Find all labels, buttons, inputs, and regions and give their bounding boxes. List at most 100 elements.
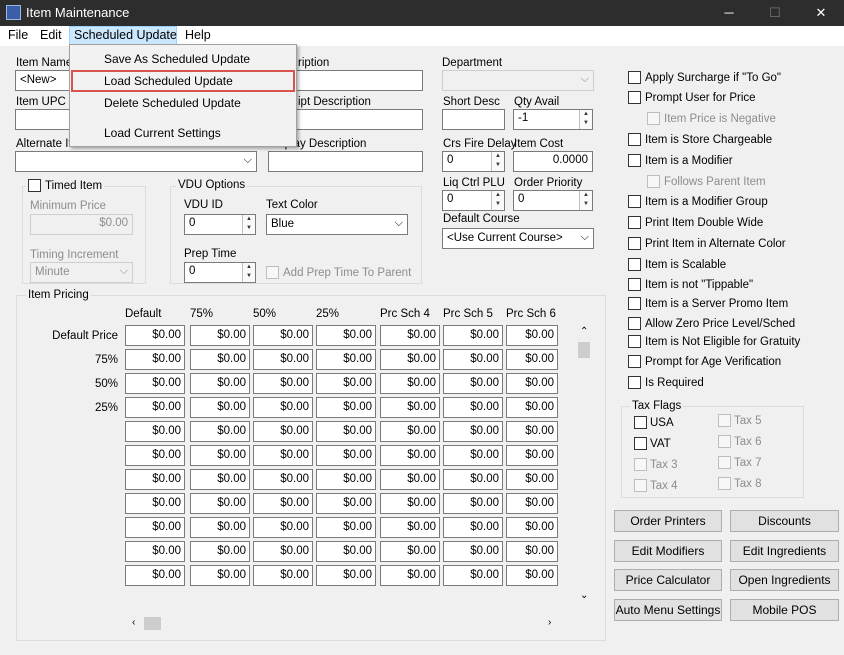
tax-flag-row[interactable]: VAT xyxy=(634,437,671,450)
tax-flag-checkbox[interactable] xyxy=(718,414,731,427)
minimize-button[interactable]: ─ xyxy=(706,0,752,26)
price-cell[interactable]: $0.00 xyxy=(506,373,558,394)
option-checkbox-row[interactable]: Item is a Server Promo Item xyxy=(628,297,788,310)
spinner-icon[interactable]: ▲ ▼ xyxy=(491,191,504,210)
price-cell[interactable]: $0.00 xyxy=(125,325,185,346)
order-priority-input[interactable]: 0 ▲ ▼ xyxy=(513,190,593,211)
option-checkbox[interactable] xyxy=(628,376,641,389)
edit-modifiers-button[interactable]: Edit Modifiers xyxy=(614,539,722,562)
option-checkbox-row[interactable]: Item is Store Chargeable xyxy=(628,133,772,146)
option-checkbox[interactable] xyxy=(628,216,641,229)
vdu-id-input[interactable]: 0 ▲ ▼ xyxy=(184,214,256,235)
display-description-input[interactable] xyxy=(268,151,423,172)
item-upc-input[interactable] xyxy=(15,109,75,130)
price-cell[interactable]: $0.00 xyxy=(506,325,558,346)
spinner-icon[interactable]: ▲ ▼ xyxy=(579,191,592,210)
tax-flag-checkbox[interactable] xyxy=(718,477,731,490)
maximize-button[interactable]: ☐ xyxy=(752,0,798,26)
price-cell[interactable]: $0.00 xyxy=(125,541,185,562)
menu-edit[interactable]: Edit xyxy=(40,28,62,42)
price-cell[interactable]: $0.00 xyxy=(443,397,503,418)
price-cell[interactable]: $0.00 xyxy=(443,565,503,586)
option-checkbox-row[interactable]: Prompt for Age Verification xyxy=(628,355,781,368)
price-cell[interactable]: $0.00 xyxy=(125,373,185,394)
price-calculator-button[interactable]: Price Calculator xyxy=(614,569,722,591)
price-cell[interactable]: $0.00 xyxy=(443,373,503,394)
option-checkbox[interactable] xyxy=(628,195,641,208)
price-cell[interactable]: $0.00 xyxy=(443,541,503,562)
tax-flag-row[interactable]: USA xyxy=(634,416,674,429)
pricing-vertical-scrollbar[interactable]: ⌃ ⌄ xyxy=(576,326,592,606)
price-cell[interactable]: $0.00 xyxy=(316,517,376,538)
price-cell[interactable]: $0.00 xyxy=(253,541,313,562)
price-cell[interactable]: $0.00 xyxy=(316,541,376,562)
price-cell[interactable]: $0.00 xyxy=(253,469,313,490)
price-cell[interactable]: $0.00 xyxy=(380,565,440,586)
price-cell[interactable]: $0.00 xyxy=(253,493,313,514)
price-cell[interactable]: $0.00 xyxy=(190,349,250,370)
tax-flag-row[interactable]: Tax 8 xyxy=(718,477,762,490)
spinner-icon[interactable]: ▲ ▼ xyxy=(579,110,592,129)
price-cell[interactable]: $0.00 xyxy=(506,469,558,490)
price-cell[interactable]: $0.00 xyxy=(125,397,185,418)
option-checkbox-row[interactable]: Item is Scalable xyxy=(628,258,726,271)
pricing-horizontal-scrollbar[interactable]: ‹ › xyxy=(128,615,568,631)
option-checkbox[interactable] xyxy=(628,133,641,146)
price-cell[interactable]: $0.00 xyxy=(190,541,250,562)
option-checkbox[interactable] xyxy=(628,297,641,310)
price-cell[interactable]: $0.00 xyxy=(125,565,185,586)
price-cell[interactable]: $0.00 xyxy=(506,421,558,442)
spinner-icon[interactable]: ▲ ▼ xyxy=(242,215,255,234)
price-cell[interactable]: $0.00 xyxy=(506,397,558,418)
price-cell[interactable]: $0.00 xyxy=(253,445,313,466)
qty-avail-input[interactable]: -1 ▲ ▼ xyxy=(513,109,593,130)
option-checkbox[interactable] xyxy=(628,278,641,291)
price-cell[interactable]: $0.00 xyxy=(506,349,558,370)
tax-flag-row[interactable]: Tax 6 xyxy=(718,435,762,448)
tax-flag-checkbox[interactable] xyxy=(634,479,647,492)
chevron-down-icon[interactable]: ⌄ xyxy=(580,590,588,601)
spinner-icon[interactable]: ▲ ▼ xyxy=(242,263,255,282)
tax-flag-row[interactable]: Tax 7 xyxy=(718,456,762,469)
item-name-input[interactable]: <New> xyxy=(15,70,75,91)
option-checkbox[interactable] xyxy=(628,154,641,167)
price-cell[interactable]: $0.00 xyxy=(125,517,185,538)
option-checkbox-row[interactable]: Prompt User for Price xyxy=(628,91,756,104)
short-desc-input[interactable] xyxy=(442,109,505,130)
timing-increment-select[interactable]: Minute ⌵ xyxy=(30,262,133,283)
price-cell[interactable]: $0.00 xyxy=(380,469,440,490)
price-cell[interactable]: $0.00 xyxy=(253,421,313,442)
tax-flag-row[interactable]: Tax 3 xyxy=(634,458,678,471)
menu-item-load-current-settings[interactable]: Load Current Settings xyxy=(104,126,221,140)
mobile-pos-button[interactable]: Mobile POS xyxy=(730,598,839,621)
price-cell[interactable]: $0.00 xyxy=(190,445,250,466)
option-checkbox-row[interactable]: Apply Surcharge if "To Go" xyxy=(628,71,781,84)
option-checkbox[interactable] xyxy=(628,237,641,250)
price-cell[interactable]: $0.00 xyxy=(190,493,250,514)
option-checkbox-row[interactable]: Item is a Modifier Group xyxy=(628,195,768,208)
option-checkbox-row[interactable]: Print Item Double Wide xyxy=(628,216,763,229)
alternate-item-select[interactable]: ⌵ xyxy=(15,151,257,172)
open-ingredients-button[interactable]: Open Ingredients xyxy=(730,569,839,591)
price-cell[interactable]: $0.00 xyxy=(380,493,440,514)
option-checkbox[interactable] xyxy=(628,335,641,348)
menu-item-delete-scheduled-update[interactable]: Delete Scheduled Update xyxy=(104,96,241,110)
menu-scheduled-update[interactable]: Scheduled Update xyxy=(74,28,177,42)
price-cell[interactable]: $0.00 xyxy=(316,373,376,394)
price-cell[interactable]: $0.00 xyxy=(125,445,185,466)
price-cell[interactable]: $0.00 xyxy=(253,517,313,538)
price-cell[interactable]: $0.00 xyxy=(125,349,185,370)
default-course-select[interactable]: <Use Current Course> ⌵ xyxy=(442,228,594,249)
price-cell[interactable]: $0.00 xyxy=(443,325,503,346)
price-cell[interactable]: $0.00 xyxy=(443,517,503,538)
scroll-thumb[interactable] xyxy=(144,617,161,630)
price-cell[interactable]: $0.00 xyxy=(443,349,503,370)
price-cell[interactable]: $0.00 xyxy=(380,349,440,370)
price-cell[interactable]: $0.00 xyxy=(506,541,558,562)
close-button[interactable]: ✕ xyxy=(798,0,844,26)
tax-flag-row[interactable]: Tax 4 xyxy=(634,479,678,492)
price-cell[interactable]: $0.00 xyxy=(316,469,376,490)
price-cell[interactable]: $0.00 xyxy=(380,421,440,442)
price-cell[interactable]: $0.00 xyxy=(190,517,250,538)
option-checkbox-row[interactable]: Item Price is Negative xyxy=(647,112,776,125)
